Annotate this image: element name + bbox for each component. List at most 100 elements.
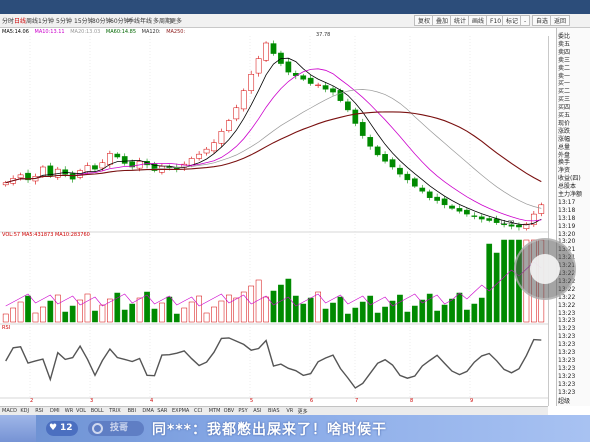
- tab-period[interactable]: 30分钟: [92, 16, 112, 25]
- trading-window: 分时 日线 周线 1分钟 5分钟 15分钟 30分钟 60分钟 季线 年线 多周…: [0, 0, 590, 442]
- oscillator-legend: RSI: [2, 325, 11, 331]
- volume-legend: VOL:57 MA5:431873 MA10:283760: [2, 232, 90, 238]
- volume-bar: [173, 313, 180, 323]
- high-price-marker: 37.78: [316, 32, 331, 38]
- volume-bar: [211, 306, 217, 323]
- toolbar-button[interactable]: 叠加: [432, 15, 453, 26]
- candle-body: [411, 178, 418, 187]
- date-tick-label: 7: [355, 398, 359, 404]
- candle-body: [315, 84, 321, 87]
- date-tick-label: 9: [470, 398, 474, 404]
- tab-period[interactable]: 60分钟: [110, 16, 130, 25]
- ma-legend-item: MA20:13.03: [70, 29, 101, 35]
- indicator-tab[interactable]: PSY: [238, 408, 247, 414]
- indicator-tab[interactable]: BIAS: [268, 408, 280, 414]
- indicator-tab[interactable]: RSI: [35, 408, 43, 414]
- floating-record-button[interactable]: [514, 238, 576, 300]
- tab-period[interactable]: 周线: [26, 16, 38, 25]
- date-tick-label: 6: [310, 398, 314, 404]
- indicator-tab[interactable]: DMA: [142, 408, 154, 414]
- candle-body: [92, 165, 98, 170]
- indicator-tab[interactable]: MTM: [209, 408, 221, 414]
- volume-bar: [374, 312, 381, 323]
- candle-body: [389, 159, 396, 168]
- toolbar-button[interactable]: 复权: [414, 15, 435, 26]
- indicator-tab[interactable]: VOL: [76, 408, 86, 414]
- volume-bar: [240, 291, 247, 323]
- indicator-tab[interactable]: OBV: [224, 408, 235, 414]
- volume-bar: [456, 292, 463, 323]
- candle-body: [114, 153, 121, 158]
- volume-bar: [464, 309, 470, 323]
- tab-period[interactable]: 季线: [128, 16, 140, 25]
- volume-bar: [233, 297, 240, 323]
- quote-footer[interactable]: 超级: [558, 397, 590, 406]
- indicator-tab[interactable]: SAR: [157, 408, 167, 414]
- candle-body: [449, 205, 455, 209]
- indicator-tab[interactable]: KDJ: [20, 408, 29, 414]
- candle-body: [121, 156, 128, 164]
- date-tick-label: 4: [150, 398, 154, 404]
- toolbar-button[interactable]: -: [520, 15, 531, 26]
- volume-bar: [107, 298, 113, 323]
- record-button-core[interactable]: [530, 254, 560, 284]
- indicator-tab-bar: MACD KDJ RSI DMI WR VOL BOLL TRIX BBI DMA SAR EXPMA…: [0, 406, 548, 415]
- indicator-tab[interactable]: EXPMA: [172, 408, 189, 414]
- indicator-tab[interactable]: CCI: [194, 408, 202, 414]
- indicator-tab[interactable]: BOLL: [91, 408, 104, 414]
- candle-body: [196, 153, 202, 159]
- candle-body: [456, 208, 463, 212]
- kline-chart[interactable]: 37.78 11.99 VOL:57 MA5:431873 MA10:28376…: [0, 32, 548, 406]
- tab-period[interactable]: 15分钟: [74, 16, 94, 25]
- candle-body: [397, 167, 403, 175]
- volume-bar: [486, 243, 493, 323]
- ma-legend-item: MA120:: [141, 29, 161, 35]
- indicator-tab[interactable]: VR: [286, 408, 293, 414]
- volume-bar: [92, 310, 98, 323]
- tab-period[interactable]: 多周期: [153, 16, 171, 25]
- candle-body: [107, 153, 113, 165]
- volume-bar: [203, 312, 210, 323]
- tab-period[interactable]: 分时: [2, 16, 14, 25]
- volume-bar: [2, 313, 9, 323]
- oscillator-line: [5, 337, 542, 389]
- indicator-tab[interactable]: TRIX: [109, 408, 120, 414]
- indicator-tab[interactable]: 更多: [298, 408, 308, 415]
- volume-bar: [270, 290, 277, 323]
- heart-icon: ♥: [49, 423, 58, 433]
- indicator-tab[interactable]: WR: [65, 408, 73, 414]
- tab-period[interactable]: 1分钟: [38, 16, 54, 25]
- toolbar-button[interactable]: 统计: [450, 15, 471, 26]
- toolbar-button[interactable]: 返回: [550, 15, 571, 26]
- tab-period[interactable]: 5分钟: [56, 16, 72, 25]
- indicator-tab[interactable]: DMI: [50, 408, 60, 414]
- volume-bar: [99, 304, 106, 323]
- volume-bar: [307, 297, 314, 323]
- tab-period-more[interactable]: 更多: [170, 16, 182, 25]
- candle-body: [17, 174, 24, 179]
- volume-bar: [441, 304, 448, 323]
- indicator-tab[interactable]: MACD: [2, 408, 17, 414]
- tab-period[interactable]: 年线: [140, 16, 152, 25]
- ma5-line: [5, 57, 542, 226]
- volume-bar: [62, 311, 69, 323]
- ma-legend-item: MA250:: [166, 29, 186, 35]
- date-tick-label: 8: [410, 398, 414, 404]
- candle-body: [330, 88, 336, 93]
- volume-bar: [151, 308, 158, 323]
- candle-body: [538, 204, 545, 214]
- toolbar-button[interactable]: 自选: [532, 15, 553, 26]
- candle-body: [322, 85, 329, 90]
- toolbar-button[interactable]: 标记: [502, 15, 523, 26]
- candle-body: [471, 215, 478, 217]
- candle-body: [352, 109, 359, 124]
- volume-bar: [278, 284, 284, 323]
- volume-bar: [471, 303, 478, 323]
- tab-period-active[interactable]: 日线: [14, 16, 26, 25]
- volume-bar: [226, 294, 232, 323]
- indicator-tab[interactable]: ASI: [253, 408, 261, 414]
- indicator-tab[interactable]: BBI: [128, 408, 136, 414]
- ma-legend-item: MA5:14.06: [2, 29, 29, 35]
- ma10-line: [5, 68, 542, 222]
- toolbar-button[interactable]: 画线: [468, 15, 489, 26]
